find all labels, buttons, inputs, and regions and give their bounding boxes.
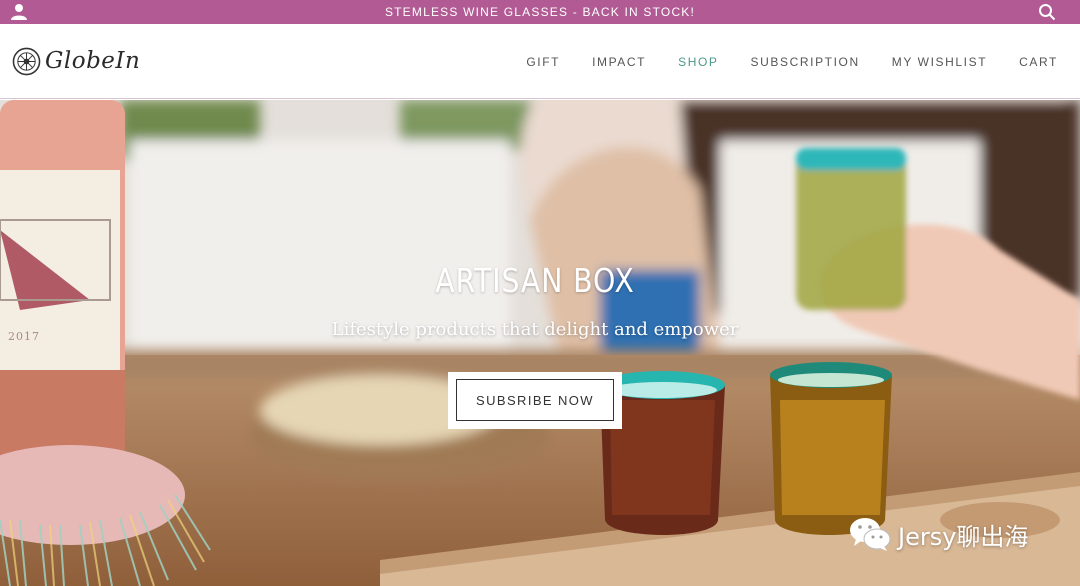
nav-shop[interactable]: SHOP (678, 55, 718, 69)
hero-title: ARTISAN BOX (435, 261, 635, 300)
nav-cart[interactable]: CART (1019, 55, 1058, 69)
cta-frame: SUBSRIBE NOW (448, 372, 622, 429)
nav-subscription[interactable]: SUBSCRIPTION (751, 55, 860, 69)
announcement-text[interactable]: STEMLESS WINE GLASSES - BACK IN STOCK! (385, 5, 695, 19)
nav-my-wishlist[interactable]: MY WISHLIST (892, 55, 987, 69)
site-logo[interactable]: GlobeIn (12, 44, 140, 78)
logo-text: GlobeIn (45, 48, 141, 74)
nav-gift[interactable]: GIFT (526, 55, 560, 69)
wechat-icon (850, 518, 891, 551)
site-header: GlobeIn GIFT IMPACT SHOP SUBSCRIPTION MY… (0, 24, 1080, 99)
search-icon[interactable] (1038, 3, 1056, 21)
hero-banner: 2017 ARTISAN BOX Lifestyle products that… (0, 100, 1080, 586)
globe-logo-icon (12, 47, 41, 75)
subscribe-now-button[interactable]: SUBSRIBE NOW (456, 379, 614, 421)
user-icon[interactable] (10, 3, 28, 21)
hero-subtitle: Lifestyle products that delight and empo… (331, 319, 739, 340)
watermark: Jersy聊出海 (848, 515, 1028, 553)
hero-photo: 2017 (0, 100, 1080, 586)
nav-impact[interactable]: IMPACT (592, 55, 646, 69)
announcement-bar: STEMLESS WINE GLASSES - BACK IN STOCK! (0, 0, 1080, 24)
watermark-text: Jersy聊出海 (898, 522, 1029, 551)
main-nav: GIFT IMPACT SHOP SUBSCRIPTION MY WISHLIS… (494, 24, 1058, 99)
